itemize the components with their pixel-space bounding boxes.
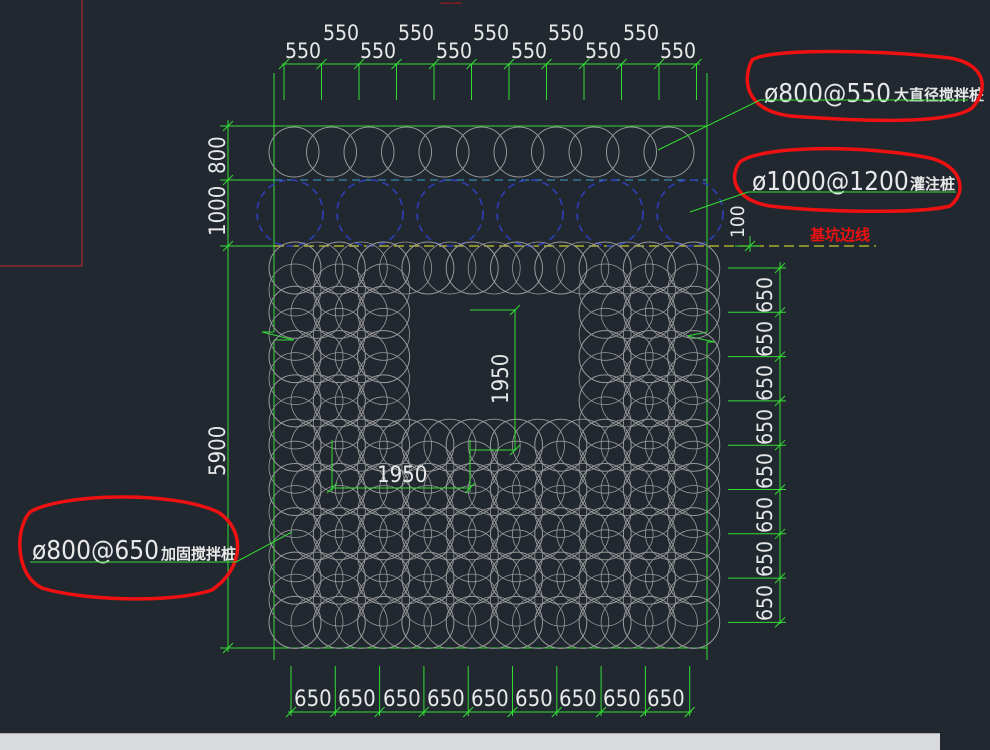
bottom-dim-8: 650 <box>603 687 641 712</box>
right-dim-2: 650 <box>753 321 777 357</box>
dim-100: 100 <box>727 205 749 238</box>
top-dim-1: 550 <box>285 39 321 63</box>
right-dim-1: 650 <box>753 277 777 313</box>
bored-pile <box>656 179 724 247</box>
label-mid-cn: 灌注桩 <box>910 175 955 193</box>
right-dim-7: 650 <box>753 541 777 577</box>
right-dim-5: 650 <box>753 453 777 489</box>
inner-dim-horizontal: 1950 <box>377 463 427 488</box>
bottom-dimensions: 650 650 650 650 650 650 650 650 650 <box>294 687 685 712</box>
bored-pile <box>256 179 324 247</box>
pile-top <box>606 126 657 178</box>
red-markup <box>18 49 984 601</box>
pile-top <box>456 126 507 178</box>
top-dim-10: 550 <box>623 21 659 45</box>
left-dim-1000: 1000 <box>206 186 231 236</box>
bottom-dim-9: 650 <box>647 687 685 712</box>
bottom-dim-2: 650 <box>338 687 376 712</box>
bored-pile <box>416 179 484 247</box>
bored-pile <box>576 179 644 247</box>
top-dim-5: 550 <box>436 39 472 63</box>
right-dim-3: 650 <box>753 365 777 401</box>
pit-line-label: 基坑边线 <box>809 226 870 244</box>
cad-drawing-canvas: —— 550 550 550 550 550 550 550 550 550 5… <box>0 0 984 718</box>
pile-top <box>381 126 432 178</box>
bored-pile <box>336 179 404 247</box>
bottom-dim-6: 650 <box>515 687 553 712</box>
label-top-spec: ø800@550 <box>764 79 891 109</box>
bottom-dim-4: 650 <box>427 687 465 712</box>
pile-top <box>418 126 470 178</box>
label-top: ø800@550 大直径搅拌桩 <box>764 79 984 109</box>
top-dim-7: 550 <box>511 39 547 63</box>
bottom-dim-5: 650 <box>471 687 509 712</box>
top-dim-2: 550 <box>323 21 359 45</box>
top-dimensions: 550 550 550 550 550 550 550 550 550 550 … <box>285 21 696 63</box>
right-dim-8: 650 <box>753 585 777 621</box>
top-cut-label: —— <box>440 0 462 9</box>
bottom-dim-7: 650 <box>559 687 597 712</box>
pile-top <box>343 126 395 178</box>
label-left-cn: 加固搅拌桩 <box>160 545 236 563</box>
pile-top <box>306 126 357 178</box>
pile-top <box>643 126 695 178</box>
bottom-dim-3: 650 <box>383 687 421 712</box>
top-dim-6: 550 <box>473 21 509 45</box>
sheet-frame <box>0 0 83 267</box>
inner-dim-vertical: 1950 <box>489 354 514 404</box>
right-dim-4: 650 <box>753 409 777 445</box>
top-dim-9: 550 <box>585 39 621 63</box>
label-top-cn: 大直径搅拌桩 <box>894 86 984 104</box>
top-dim-3: 550 <box>360 39 396 63</box>
left-dim-5900: 5900 <box>206 426 231 476</box>
pile-top <box>493 126 545 178</box>
right-dimensions: 650 650 650 650 650 650 650 650 <box>753 277 777 621</box>
bored-pile <box>496 179 564 247</box>
left-dimensions: 800 1000 5900 <box>206 136 231 476</box>
left-dim-800: 800 <box>206 136 231 174</box>
pile-top <box>268 126 320 178</box>
pile-top <box>568 126 620 178</box>
top-dim-11: 550 <box>660 39 696 63</box>
top-dim-8: 550 <box>548 21 584 45</box>
bottom-dim-1: 650 <box>294 687 332 712</box>
top-dim-4: 550 <box>398 21 434 45</box>
pile-top <box>531 126 582 178</box>
right-dim-6: 650 <box>753 497 777 533</box>
command-bar[interactable] <box>0 733 940 750</box>
